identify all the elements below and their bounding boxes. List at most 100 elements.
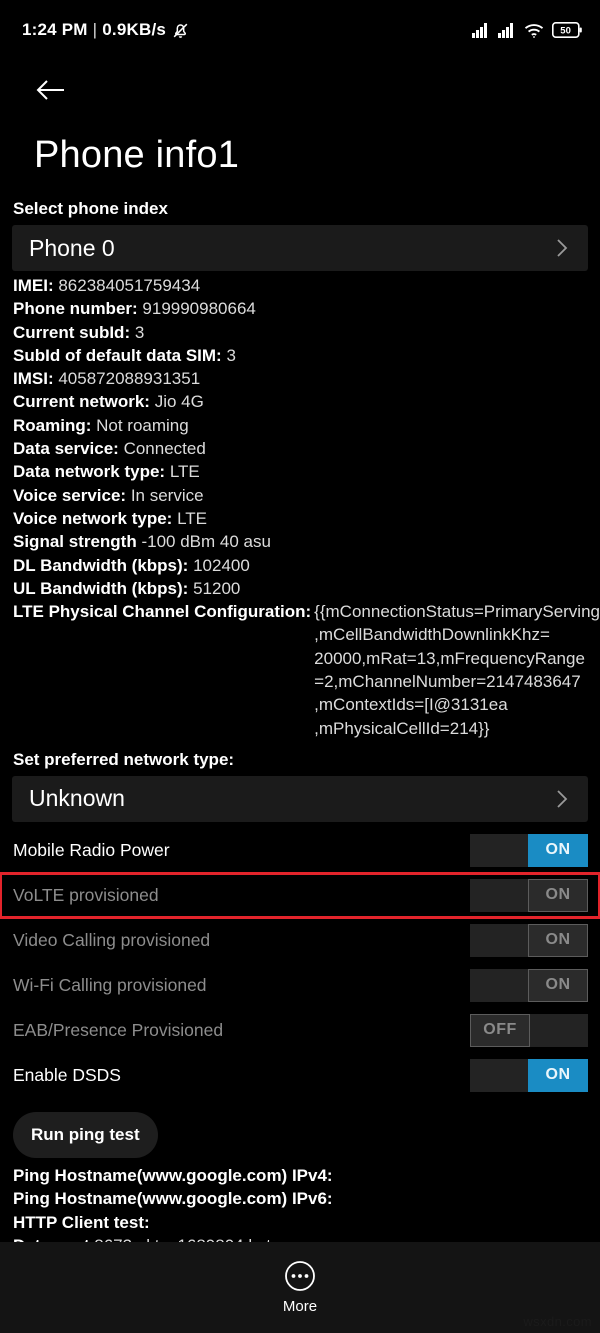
toggle-label: Enable DSDS (13, 1064, 121, 1085)
info-key: Voice service: (13, 485, 127, 505)
lte-config-line: ,mCellBandwidthDownlinkKhz= (314, 625, 550, 645)
toggle-state: ON (528, 1058, 588, 1092)
toggle-label: Wi-Fi Calling provisioned (13, 974, 207, 995)
status-separator: | (92, 20, 98, 39)
info-key: Signal strength (13, 532, 137, 552)
toggle-row-mobile-radio-power[interactable]: Mobile Radio Power ON (0, 828, 600, 873)
ping-key: Ping Hostname(www.google.com) IPv4: (13, 1165, 333, 1185)
signal-bars-icon (472, 22, 490, 38)
toggle-switch[interactable]: ON (470, 968, 588, 1002)
info-row: SubId of default data SIM: 3 (13, 344, 600, 367)
info-value: 3 (134, 322, 145, 342)
info-row: UL Bandwidth (kbps): 51200 (13, 577, 600, 600)
info-row: Roaming: Not roaming (13, 414, 600, 437)
clock: 1:24 PM (22, 20, 88, 39)
status-bar-right: 50 (472, 22, 582, 38)
info-value: In service (130, 485, 204, 505)
info-row: Signal strength -100 dBm 40 asu (13, 530, 600, 553)
preferred-network-value: Unknown (29, 785, 125, 812)
info-row: Current subId: 3 (13, 321, 600, 344)
phone-info-list: IMEI: 862384051759434 Phone number: 9199… (0, 271, 600, 740)
preferred-network-spinner[interactable]: Unknown (12, 775, 588, 822)
ping-row: Data sent 8673 pkts, 1689804 bytes (13, 1234, 600, 1242)
page-title: Phone info1 (34, 134, 240, 176)
info-row: Phone number: 919990980664 (13, 297, 600, 320)
app-bar (0, 60, 600, 120)
info-row: Data network type: LTE (13, 460, 600, 483)
info-value: Jio 4G (154, 392, 204, 412)
run-ping-test-button[interactable]: Run ping test (13, 1111, 158, 1158)
preferred-network-label: Set preferred network type: (13, 749, 235, 769)
toggle-state: OFF (470, 1013, 530, 1047)
data-rate: 0.9KB/s (102, 20, 167, 39)
info-value: Not roaming (96, 415, 189, 435)
toggle-label: EAB/Presence Provisioned (13, 1019, 224, 1040)
back-arrow-icon[interactable] (34, 73, 68, 107)
info-key: Current network: (13, 392, 150, 412)
chevron-right-icon (554, 787, 570, 811)
more-label: More (282, 1298, 318, 1315)
more-dots-circle-icon (284, 1260, 316, 1292)
lte-config-line: 20000,mRat=13,mFrequencyRange (314, 648, 585, 668)
lte-config-value: {{mConnectionStatus=PrimaryServing ,mCel… (311, 600, 600, 740)
lte-config-line: {{mConnectionStatus=PrimaryServing (314, 602, 600, 622)
toggle-label: Video Calling provisioned (13, 929, 211, 950)
info-key: Current subId: (13, 322, 131, 342)
toggle-label: VoLTE provisioned (13, 884, 159, 905)
toggle-label: Mobile Radio Power (13, 839, 170, 860)
info-value: Connected (123, 439, 206, 459)
info-value: 3 (226, 345, 236, 365)
info-value: 405872088931351 (58, 369, 201, 389)
toggle-switch[interactable]: ON (470, 833, 588, 867)
battery-icon: 50 (552, 22, 582, 38)
toggle-switch[interactable]: ON (470, 1058, 588, 1092)
lte-config-line: ,mPhysicalCellId=214}} (314, 718, 490, 738)
ping-results-list: Ping Hostname(www.google.com) IPv4: Ping… (0, 1164, 600, 1242)
toggle-row-eab-presence-provisioned[interactable]: EAB/Presence Provisioned OFF (0, 1008, 600, 1053)
settings-content: Select phone index Phone 0 IMEI: 8623840… (0, 199, 600, 1242)
signal-bars-icon (498, 22, 516, 38)
info-key: Phone number: (13, 299, 138, 319)
toggle-state: ON (528, 968, 588, 1002)
info-value: LTE (177, 508, 207, 528)
toggle-row-wifi-calling-provisioned[interactable]: Wi-Fi Calling provisioned ON (0, 963, 600, 1008)
chevron-right-icon (554, 236, 570, 260)
info-row: IMSI: 405872088931351 (13, 367, 600, 390)
toggle-switch[interactable]: ON (470, 878, 588, 912)
info-row: DL Bandwidth (kbps): 102400 (13, 554, 600, 577)
toggle-list: Mobile Radio Power ON VoLTE provisioned … (0, 822, 600, 1098)
ping-row: HTTP Client test: (13, 1211, 600, 1234)
info-row: IMEI: 862384051759434 (13, 274, 600, 297)
info-key: Data service: (13, 439, 119, 459)
battery-level: 50 (560, 26, 571, 37)
toggle-switch[interactable]: ON (470, 923, 588, 957)
toggle-switch[interactable]: OFF (470, 1013, 588, 1047)
info-value: 862384051759434 (58, 276, 201, 295)
info-key: Data network type: (13, 462, 166, 482)
lte-config-line: =2,mChannelNumber=2147483647 (314, 672, 581, 692)
info-key: UL Bandwidth (kbps): (13, 578, 189, 598)
lte-physical-channel-config-row: LTE Physical Channel Configuration: {{mC… (13, 600, 600, 740)
info-key: Roaming: (13, 415, 92, 435)
ping-key: HTTP Client test: (13, 1212, 150, 1232)
lte-config-key: LTE Physical Channel Configuration: (13, 602, 312, 622)
select-phone-index-label: Select phone index (13, 199, 168, 218)
phone-index-spinner[interactable]: Phone 0 (12, 225, 588, 271)
toggle-state: ON (528, 833, 588, 867)
info-key: IMSI: (13, 369, 54, 389)
info-key: DL Bandwidth (kbps): (13, 555, 189, 575)
info-value: 102400 (193, 555, 250, 575)
phone-screen: 1:24 PM | 0.9KB/s 50 Phone info1 Select … (0, 0, 600, 1333)
info-value: -100 dBm 40 asu (141, 532, 271, 552)
bottom-nav-bar: More wsxdn.com (0, 1242, 600, 1333)
more-button[interactable]: More (283, 1260, 317, 1315)
status-bar-left: 1:24 PM | 0.9KB/s (22, 20, 190, 40)
ping-row: Ping Hostname(www.google.com) IPv4: (13, 1164, 600, 1187)
toggle-row-volte-provisioned[interactable]: VoLTE provisioned ON (0, 871, 600, 919)
bell-muted-icon (171, 21, 190, 40)
toggle-row-video-calling-provisioned[interactable]: Video Calling provisioned ON (0, 918, 600, 963)
info-row: Data service: Connected (13, 437, 600, 460)
toggle-row-enable-dsds[interactable]: Enable DSDS ON (0, 1053, 600, 1098)
info-row: Current network: Jio 4G (13, 390, 600, 413)
info-row: Voice service: In service (13, 484, 600, 507)
